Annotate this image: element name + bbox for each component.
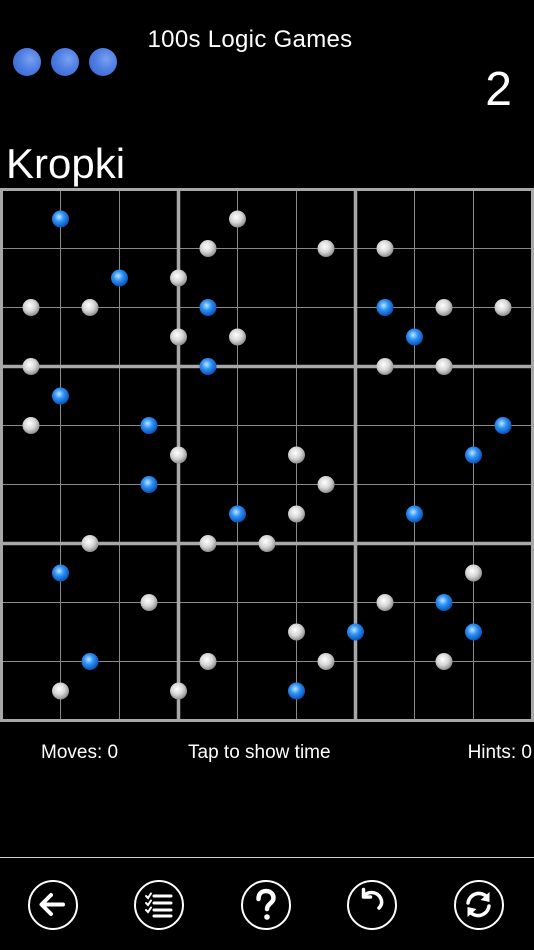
show-time-button[interactable]: Tap to show time: [188, 742, 331, 764]
white-dot: [435, 299, 453, 316]
dot-layer: [22, 210, 512, 700]
white-dot: [317, 476, 335, 493]
blue-dot: [52, 210, 69, 228]
white-dot: [494, 299, 512, 316]
white-dot: [376, 240, 394, 257]
blue-dot: [288, 682, 305, 700]
undo-button[interactable]: [347, 880, 397, 930]
white-dot: [317, 653, 335, 670]
blue-dot: [52, 564, 69, 582]
moves-counter: Moves: 0: [41, 742, 119, 763]
blue-dot: [406, 505, 423, 523]
white-dot: [465, 564, 482, 582]
white-dot: [199, 240, 217, 257]
white-dot: [229, 328, 246, 346]
white-dot: [317, 240, 335, 257]
white-dot: [170, 269, 187, 287]
white-dot: [288, 623, 305, 641]
puzzle-board[interactable]: [0, 188, 534, 724]
white-dot: [435, 653, 453, 670]
checklist-icon: [145, 892, 173, 918]
blue-dot: [435, 594, 453, 611]
white-dot: [170, 328, 187, 346]
blue-dot: [465, 623, 482, 641]
white-dot: [170, 682, 187, 700]
blue-dot: [199, 358, 217, 375]
undo-icon: [361, 887, 384, 910]
white-dot: [376, 594, 394, 611]
hints-counter: Hints: 0: [467, 742, 532, 763]
white-dot: [376, 358, 394, 375]
question-icon: [256, 888, 276, 920]
help-button[interactable]: [241, 880, 291, 930]
back-button[interactable]: [28, 880, 78, 930]
app-title: 100s Logic Games: [147, 26, 353, 53]
refresh-icon: [466, 891, 491, 918]
arrow-left-icon: [39, 893, 65, 916]
white-dot: [81, 299, 99, 316]
blue-dot: [52, 387, 69, 405]
white-dot: [258, 535, 276, 552]
board-border: [0, 188, 534, 722]
blue-dot: [229, 505, 246, 523]
white-dot: [22, 358, 40, 375]
puzzle-name: Kropki: [6, 140, 126, 187]
white-dot: [199, 535, 217, 552]
blue-dot: [111, 269, 128, 287]
white-dot: [229, 210, 246, 228]
white-dot: [22, 299, 40, 316]
white-dot: [435, 358, 453, 375]
blue-dot: [376, 299, 394, 316]
white-dot: [199, 653, 217, 670]
blue-dot: [140, 417, 158, 434]
white-dot: [170, 446, 187, 464]
white-dot: [22, 417, 40, 434]
grid-lines: [0, 188, 534, 722]
blue-dot: [199, 299, 217, 316]
blue-dot: [140, 476, 158, 493]
status-bar: Moves: 0 Tap to show time Hints: 0: [0, 742, 534, 766]
restart-button[interactable]: [454, 880, 504, 930]
toolbar-divider: [0, 857, 534, 858]
white-dot: [81, 535, 99, 552]
blue-dot: [494, 417, 512, 434]
blue-dot: [81, 653, 99, 670]
blue-dot: [465, 446, 482, 464]
white-dot: [288, 505, 305, 523]
level-number: 2: [485, 63, 512, 116]
white-dot: [52, 682, 69, 700]
blue-dot: [406, 328, 423, 346]
blue-dot: [347, 623, 364, 641]
menu-button[interactable]: [134, 880, 184, 930]
white-dot: [288, 446, 305, 464]
white-dot: [140, 594, 158, 611]
